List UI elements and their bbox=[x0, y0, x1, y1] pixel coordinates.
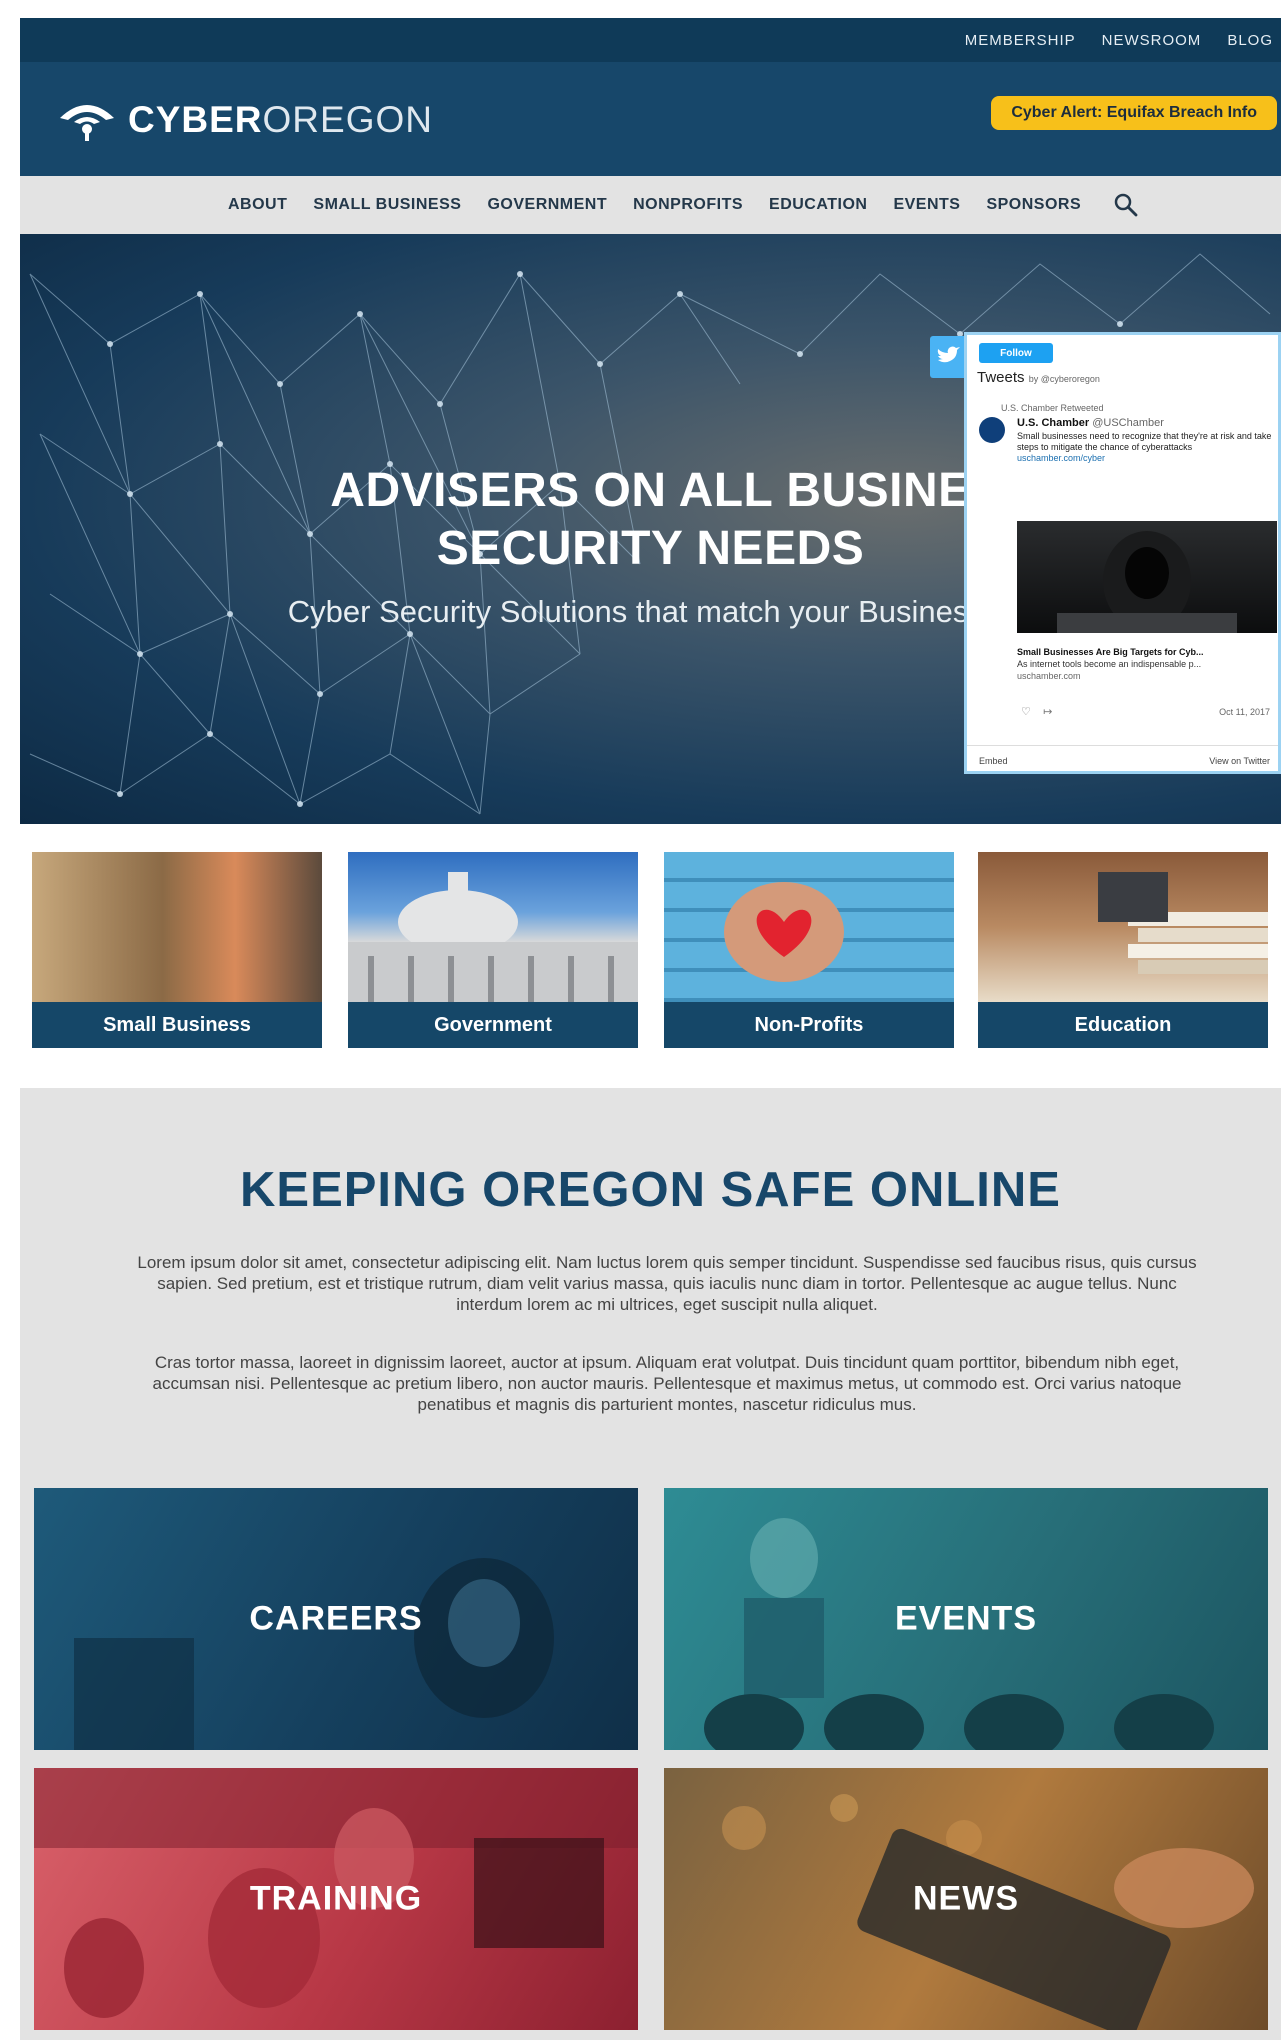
membership-link[interactable]: MEMBERSHIP bbox=[965, 32, 1076, 49]
share-icon[interactable]: ↦ bbox=[1043, 706, 1052, 718]
main-nav: ABOUT SMALL BUSINESS GOVERNMENT NONPROFI… bbox=[20, 176, 1281, 234]
twitter-widget-footer: Embed View on Twitter bbox=[967, 745, 1278, 771]
embed-link[interactable]: Embed bbox=[979, 756, 1008, 766]
card-label: Small Business bbox=[32, 1002, 322, 1048]
search-icon[interactable] bbox=[1113, 192, 1139, 218]
site-header: CYBEROREGON Cyber Alert: Equifax Breach … bbox=[20, 62, 1281, 176]
nav-nonprofits[interactable]: NONPROFITS bbox=[633, 196, 743, 214]
card-government[interactable]: Government bbox=[348, 852, 638, 1048]
utility-links: MEMBERSHIP NEWSROOM BLOG bbox=[965, 18, 1273, 62]
small-business-image bbox=[32, 852, 322, 1002]
nav-sponsors[interactable]: SPONSORS bbox=[986, 196, 1081, 214]
section-title: KEEPING OREGON SAFE ONLINE bbox=[240, 1163, 1061, 1217]
non-profits-image bbox=[664, 852, 954, 1002]
tweet-author[interactable]: U.S. Chamber @USChamber bbox=[1017, 417, 1164, 429]
tile-training[interactable]: TRAINING bbox=[34, 1768, 638, 2030]
tweet-card-description: As internet tools become an indispensabl… bbox=[1017, 659, 1202, 669]
utility-bar: MEMBERSHIP NEWSROOM BLOG bbox=[20, 18, 1281, 62]
twitter-widget[interactable]: Follow Tweets by @cyberoregon U.S. Chamb… bbox=[964, 332, 1281, 774]
avatar[interactable] bbox=[979, 417, 1005, 443]
card-label: Non-Profits bbox=[664, 1002, 954, 1048]
cyber-alert-button[interactable]: Cyber Alert: Equifax Breach Info bbox=[991, 96, 1277, 130]
tile-label: NEWS bbox=[913, 1879, 1019, 1918]
heart-icon[interactable]: ♡ bbox=[1021, 706, 1031, 718]
card-label: Government bbox=[348, 1002, 638, 1048]
twitter-tab[interactable] bbox=[930, 336, 966, 378]
tile-news[interactable]: NEWS bbox=[664, 1768, 1268, 2030]
tweet-image[interactable] bbox=[1017, 521, 1277, 633]
blog-link[interactable]: BLOG bbox=[1227, 32, 1273, 49]
nav-government[interactable]: GOVERNMENT bbox=[487, 196, 607, 214]
nav-about[interactable]: ABOUT bbox=[228, 196, 287, 214]
retweeted-note: U.S. Chamber Retweeted bbox=[1001, 403, 1104, 413]
government-image bbox=[348, 852, 638, 1002]
card-small-business[interactable]: Small Business bbox=[32, 852, 322, 1048]
twitter-bird-icon bbox=[937, 346, 960, 363]
tweet-actions: ♡ ↦ bbox=[1021, 705, 1052, 718]
tweet-text: Small businesses need to recognize that … bbox=[1017, 431, 1272, 463]
nav-events[interactable]: EVENTS bbox=[893, 196, 960, 214]
tile-events[interactable]: EVENTS bbox=[664, 1488, 1268, 1750]
tweet-card-url: uschamber.com bbox=[1017, 671, 1081, 681]
card-education[interactable]: Education bbox=[978, 852, 1268, 1048]
page: MEMBERSHIP NEWSROOM BLOG CYBEROREGON Cyb… bbox=[20, 18, 1281, 2040]
tile-label: TRAINING bbox=[249, 1879, 423, 1918]
twitter-follow-button[interactable]: Follow bbox=[979, 343, 1053, 363]
card-label: Education bbox=[978, 1002, 1268, 1048]
category-cards: Small Business Government Non-Profits Ed… bbox=[20, 852, 1281, 1062]
tile-careers[interactable]: CAREERS bbox=[34, 1488, 638, 1750]
education-image bbox=[978, 852, 1268, 1002]
tile-label: EVENTS bbox=[894, 1599, 1038, 1638]
card-non-profits[interactable]: Non-Profits bbox=[664, 852, 954, 1048]
tweet-card-title[interactable]: Small Businesses Are Big Targets for Cyb… bbox=[1017, 647, 1277, 657]
tweet-date: Oct 11, 2017 bbox=[1219, 707, 1270, 717]
tweet-link[interactable]: uschamber.com/cyber bbox=[1017, 453, 1105, 463]
newsroom-link[interactable]: NEWSROOM bbox=[1102, 32, 1202, 49]
tweets-heading: Tweets by @cyberoregon bbox=[977, 369, 1100, 386]
site-logo[interactable]: CYBEROREGON bbox=[56, 98, 433, 142]
view-on-twitter-link[interactable]: View on Twitter bbox=[1209, 756, 1270, 766]
intro-paragraph-2: Cras tortor massa, laoreet in dignissim … bbox=[152, 1353, 1182, 1414]
nav-small-business[interactable]: SMALL BUSINESS bbox=[313, 196, 461, 214]
logo-icon bbox=[56, 98, 118, 142]
keeping-section: KEEPING OREGON SAFE ONLINE Lorem ipsum d… bbox=[20, 1088, 1281, 2040]
nav-items: ABOUT SMALL BUSINESS GOVERNMENT NONPROFI… bbox=[228, 176, 1139, 234]
nav-education[interactable]: EDUCATION bbox=[769, 196, 867, 214]
intro-paragraph-1: Lorem ipsum dolor sit amet, consectetur … bbox=[137, 1253, 1197, 1314]
logo-wordmark: CYBEROREGON bbox=[128, 99, 433, 140]
tile-label: CAREERS bbox=[249, 1599, 423, 1638]
